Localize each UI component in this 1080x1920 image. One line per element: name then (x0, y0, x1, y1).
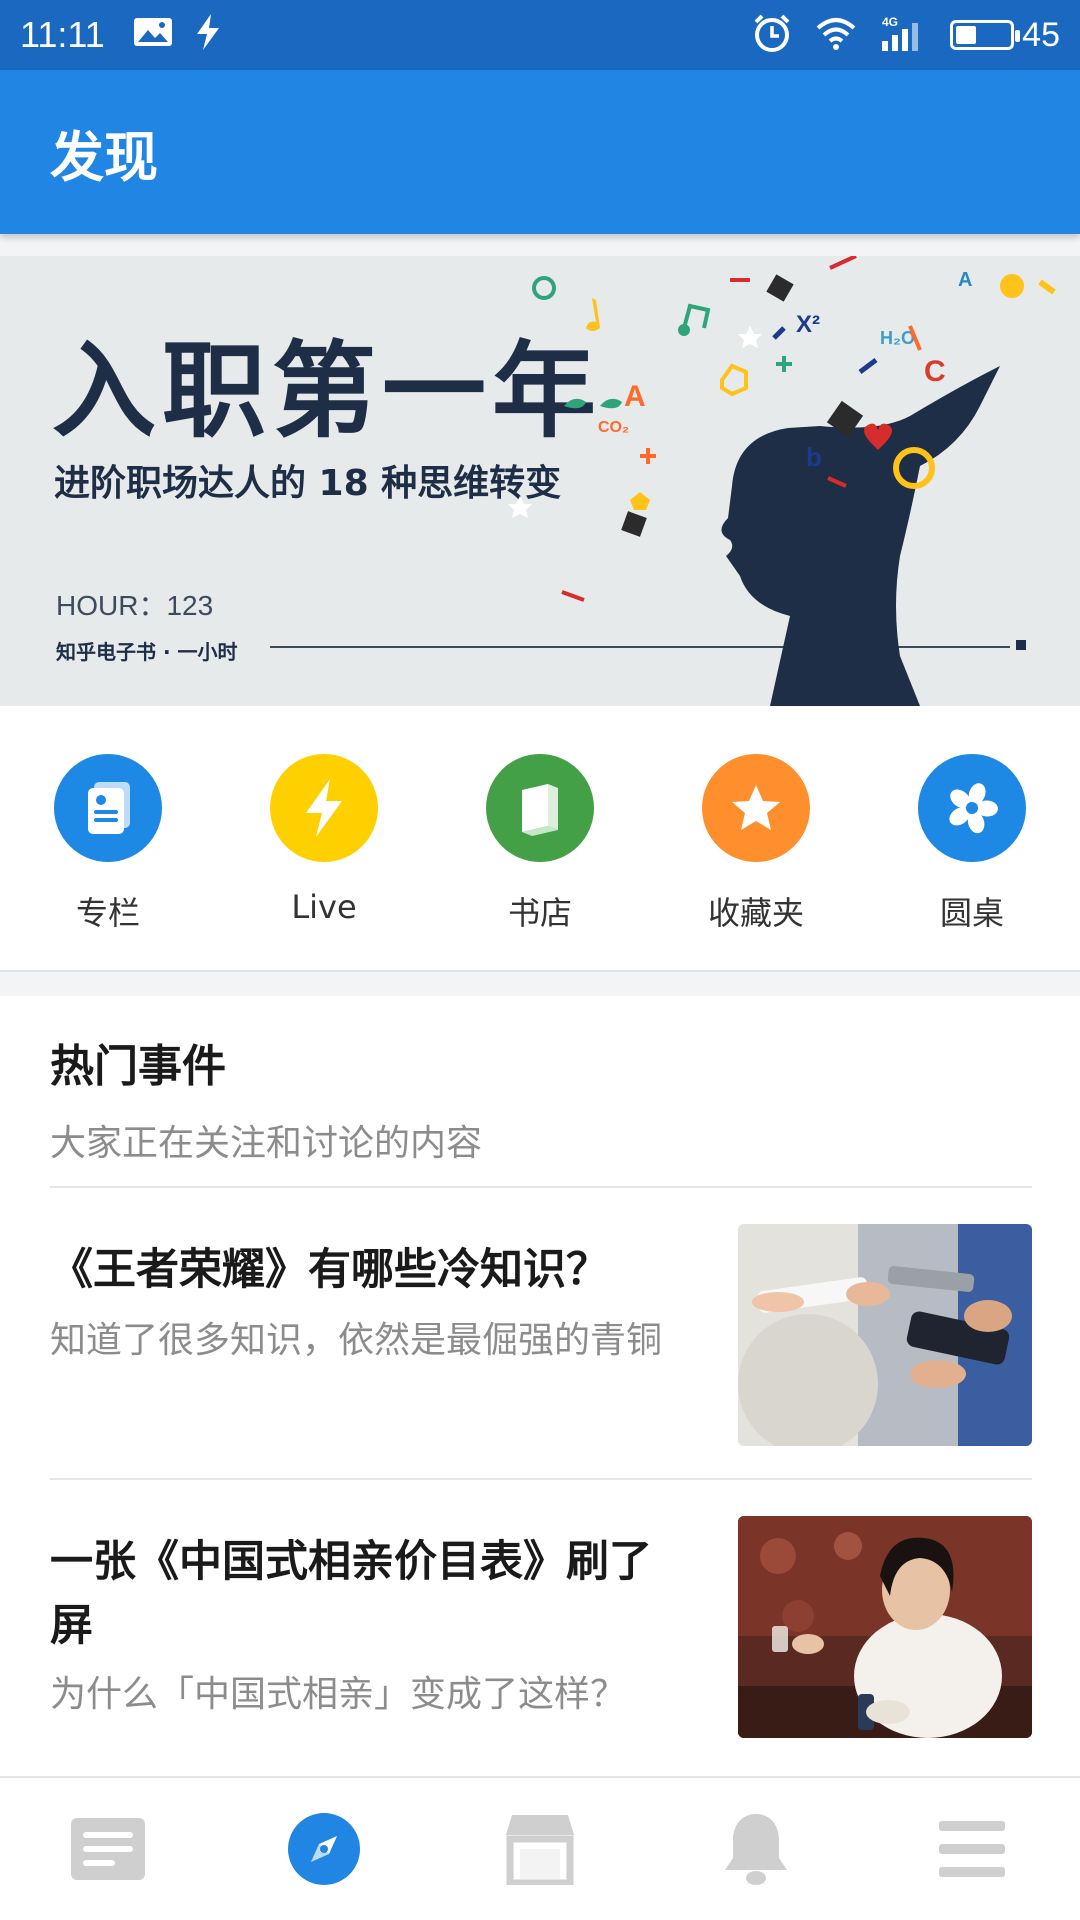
compass-icon (288, 1813, 360, 1885)
svg-text:H₂O: H₂O (880, 328, 915, 348)
quick-link-label: 收藏夹 (707, 894, 804, 932)
quick-link-roundtable[interactable]: 圆桌 (902, 754, 1042, 970)
book-icon (486, 754, 594, 862)
banner-brand: 知乎电子书 · 一小时 (56, 640, 238, 664)
status-bar: 11:11 4G 45 (0, 0, 1080, 70)
article-thumbnail (738, 1224, 1032, 1446)
quick-link-label: 圆桌 (939, 894, 1004, 932)
page-title: 发现 (50, 125, 158, 189)
svg-text:C: C (924, 355, 946, 388)
alarm-icon (752, 13, 792, 57)
svg-text:4G: 4G (882, 15, 898, 29)
image-icon (133, 17, 173, 53)
svg-text:A: A (624, 380, 646, 413)
quick-link-column[interactable]: 专栏 (38, 754, 178, 970)
lightning-icon (270, 754, 378, 862)
svg-text:b: b (806, 442, 822, 472)
hot-events-header[interactable]: 热门事件 大家正在关注和讨论的内容 (50, 1030, 482, 1166)
wifi-icon (816, 16, 856, 54)
bell-icon (725, 1814, 787, 1885)
store-icon (506, 1815, 574, 1885)
svg-text:A: A (958, 269, 972, 291)
quick-link-live[interactable]: Live (254, 754, 394, 970)
battery-indicator: 45 (950, 16, 1060, 55)
app-header: 发现 (0, 70, 1080, 234)
pinwheel-icon (918, 754, 1026, 862)
nav-notifications[interactable] (696, 1799, 816, 1899)
article-thumbnail (738, 1516, 1032, 1738)
flash-icon (195, 14, 221, 56)
feed-icon (71, 1818, 145, 1880)
promo-banner[interactable]: 入职第一年 进阶职场达人的 18 种思维转变 HOUR：123 知乎电子书 · … (0, 256, 1080, 706)
divider (50, 1186, 1032, 1188)
svg-text:X²: X² (796, 311, 820, 338)
bottom-nav (0, 1776, 1080, 1920)
menu-icon (939, 1821, 1005, 1877)
article-card[interactable]: 一张《中国式相亲价目表》刷了屏 为什么「中国式相亲」变成了这样？ (50, 1516, 1032, 1738)
battery-percent: 45 (1022, 15, 1060, 54)
hot-events-section: 热门事件 大家正在关注和讨论的内容 《王者荣耀》有哪些冷知识？ 知道了很多知识，… (0, 996, 1080, 1776)
star-icon (702, 754, 810, 862)
battery-fill (956, 26, 977, 44)
column-icon (54, 754, 162, 862)
article-summary: 知道了很多知识，依然是最倔强的青铜 (50, 1320, 663, 1361)
article-title: 《王者荣耀》有哪些冷知识？ (50, 1245, 609, 1295)
quick-link-bookstore[interactable]: 书店 (470, 754, 610, 970)
head-illustration: X² C A A CO₂ H₂O b (508, 256, 1056, 706)
quick-links: 专栏 Live 书店 收藏夹 圆桌 (0, 706, 1080, 972)
nav-feed[interactable] (48, 1799, 168, 1899)
banner-subtitle: 进阶职场达人的 18 种思维转变 (54, 463, 562, 504)
svg-text:CO₂: CO₂ (598, 419, 629, 436)
status-time: 11:11 (20, 14, 105, 55)
banner-hour: HOUR：123 (56, 590, 214, 621)
battery-icon (950, 20, 1021, 50)
divider (50, 1478, 1032, 1480)
article-title: 一张《中国式相亲价目表》刷了屏 (50, 1537, 652, 1651)
quick-link-favorites[interactable]: 收藏夹 (686, 754, 826, 970)
quick-link-label: 专栏 (75, 894, 140, 932)
article-summary: 为什么「中国式相亲」变成了这样？ (50, 1674, 627, 1715)
quick-link-label: 书店 (507, 894, 572, 932)
signal-4g-icon: 4G (880, 15, 926, 55)
quick-link-label: Live (291, 888, 357, 926)
article-card[interactable]: 《王者荣耀》有哪些冷知识？ 知道了很多知识，依然是最倔强的青铜 (50, 1224, 1032, 1446)
section-subtitle: 大家正在关注和讨论的内容 (50, 1123, 483, 1164)
nav-store[interactable] (480, 1799, 600, 1899)
nav-explore[interactable] (264, 1799, 384, 1899)
nav-menu[interactable] (912, 1799, 1032, 1899)
section-title: 热门事件 (50, 1041, 226, 1092)
